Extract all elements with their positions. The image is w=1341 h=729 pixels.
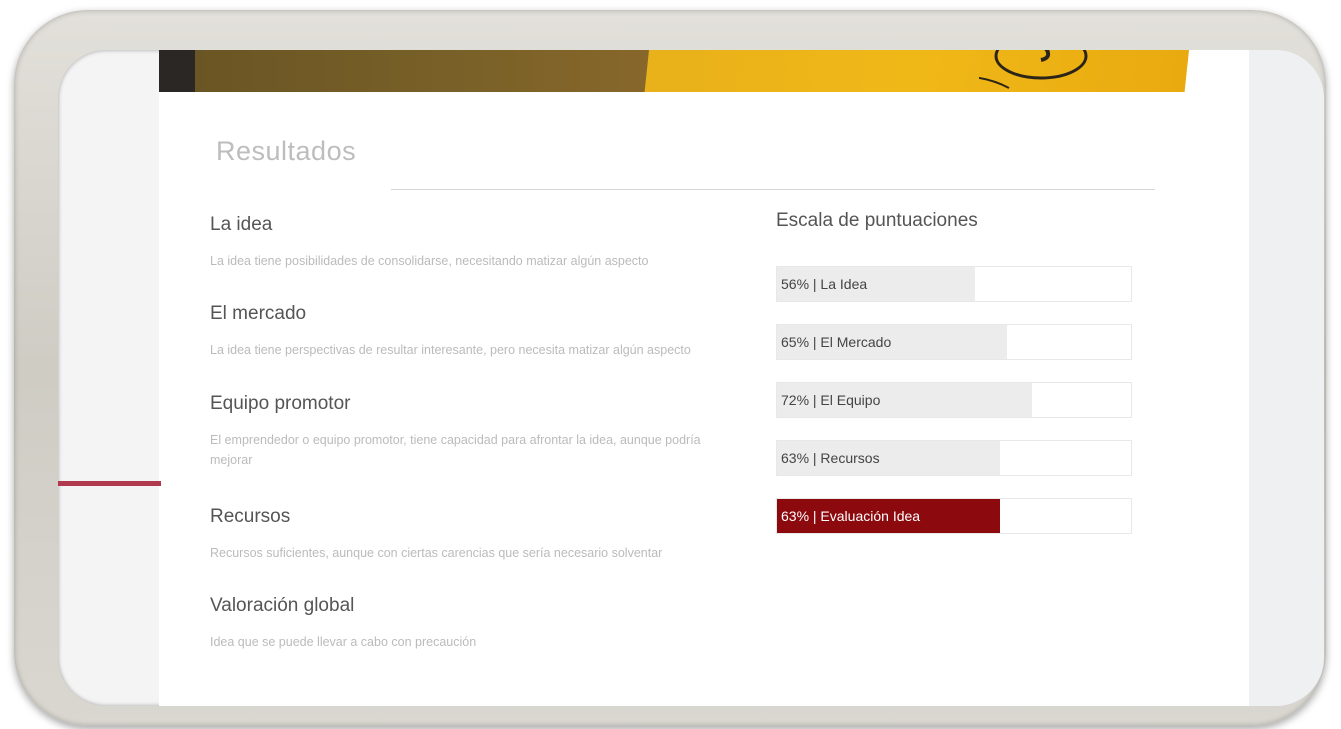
result-title-team: Equipo promotor: [210, 393, 351, 414]
result-desc-market: La idea tiene perspectivas de resultar i…: [210, 343, 691, 357]
score-scale-title: Escala de puntuaciones: [776, 210, 978, 231]
result-desc-team: El emprendedor o equipo promotor, tiene …: [210, 433, 701, 467]
score-bar-evaluation: 63% | Evaluación Idea: [776, 498, 1132, 534]
result-title-resources: Recursos: [210, 506, 291, 527]
result-desc-global: Idea que se puede llevar a cabo con prec…: [210, 635, 477, 649]
result-title-global: Valoración global: [210, 595, 355, 616]
score-bar-label: 65% | El Mercado: [781, 334, 892, 350]
scroll-arrow-icon[interactable]: [1306, 688, 1324, 706]
result-desc-resources: Recursos suficientes, aunque con ciertas…: [210, 546, 663, 560]
score-bar-label: 63% | Recursos: [781, 450, 880, 466]
score-bar-label: 63% | Evaluación Idea: [781, 508, 921, 524]
right-gutter: [1249, 50, 1324, 706]
header-banner-image: [159, 50, 1189, 92]
screen: Resultados La idea La idea tiene posibil…: [58, 50, 1324, 706]
score-bar-label: 72% | El Equipo: [781, 392, 881, 408]
page-title: Resultados: [216, 136, 357, 166]
device-frame: Resultados La idea La idea tiene posibil…: [14, 10, 1326, 726]
results-page: Resultados La idea La idea tiene posibil…: [159, 50, 1249, 706]
result-title-market: El mercado: [210, 303, 307, 324]
result-desc-idea: La idea tiene posibilidades de consolida…: [210, 254, 649, 268]
score-bar-idea: 56% | La Idea: [776, 266, 1132, 302]
score-bar-team: 72% | El Equipo: [776, 382, 1132, 418]
result-title-idea: La idea: [210, 214, 273, 235]
banner-drawing-icon: [979, 50, 1088, 89]
title-divider: [391, 189, 1155, 190]
score-bar-label: 56% | La Idea: [781, 276, 868, 292]
score-bar-market: 65% | El Mercado: [776, 324, 1132, 360]
score-bar-resources: 63% | Recursos: [776, 440, 1132, 476]
side-accent-line: [58, 481, 161, 486]
